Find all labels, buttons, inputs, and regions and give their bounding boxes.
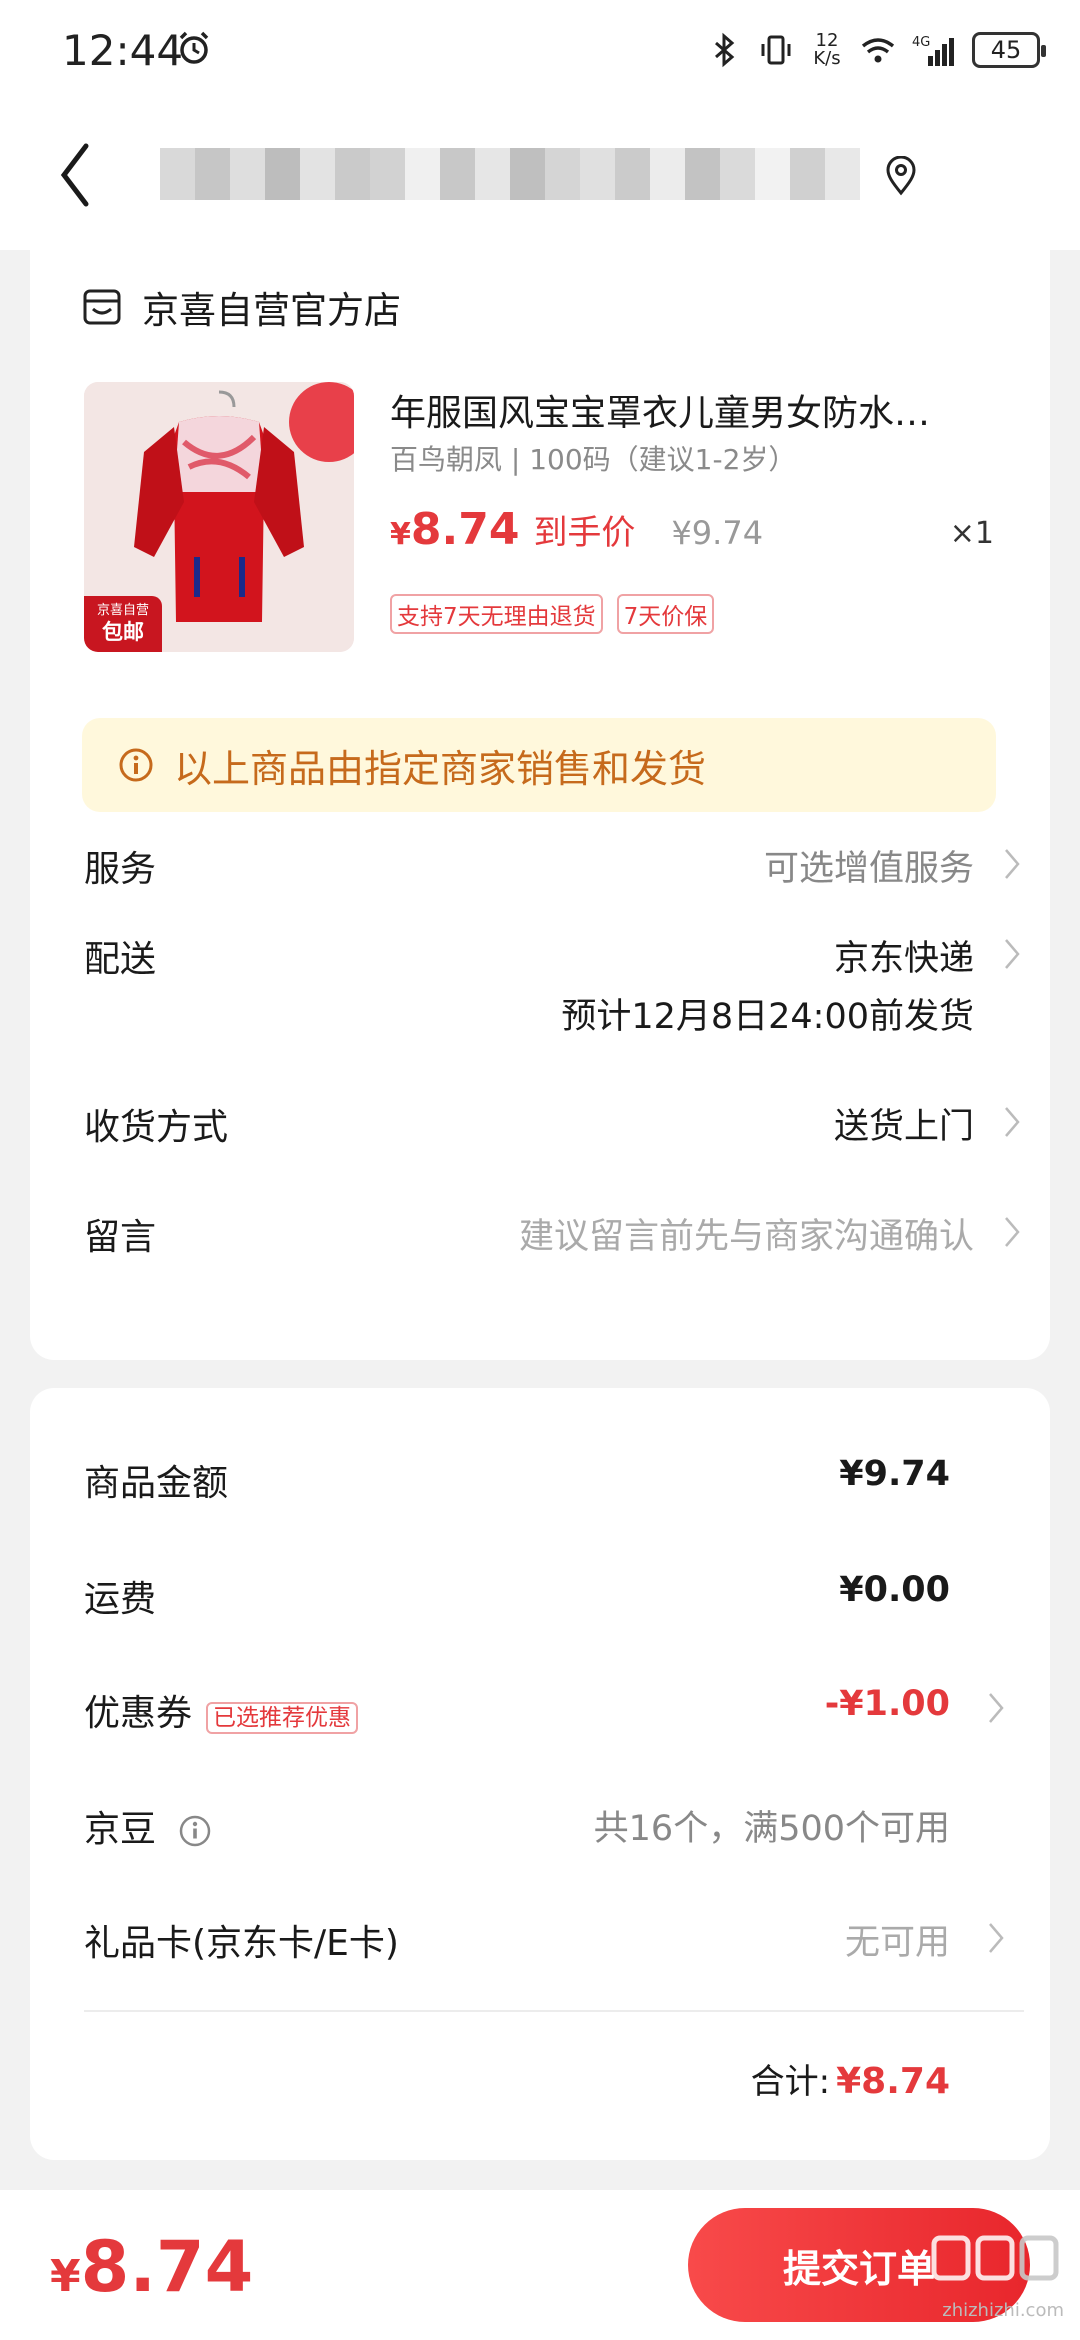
service-label: 服务 (84, 849, 157, 890)
alarm-icon (179, 31, 209, 64)
net-speed: 12 K/s (810, 32, 844, 68)
info-icon (119, 748, 153, 782)
product-spec: 百鸟朝凤 | 100码（建议1-2岁） (390, 443, 797, 476)
shipping-value: ¥0.00 (839, 1570, 950, 1610)
jingxi-badge: 京喜自营 包邮 (84, 596, 162, 652)
tag-price-protect: 7天价保 (616, 594, 715, 634)
product-title[interactable]: 年服国风宝宝罩衣儿童男女防水… (390, 384, 1010, 436)
shop-icon (83, 289, 121, 325)
battery-indicator: 45 (972, 32, 1046, 68)
location-icon[interactable] (884, 156, 918, 196)
network-type: 4G (912, 35, 930, 50)
vibrate-icon (761, 35, 791, 65)
net-speed-unit: K/s (813, 48, 841, 69)
status-icons: 12 K/s 4G 45 (706, 28, 1046, 72)
badge-top-text: 京喜自营 (96, 603, 149, 618)
info-icon[interactable] (178, 1814, 212, 1848)
status-bar: 12:44 12 K/s 4G 45 (0, 0, 1080, 100)
service-row[interactable]: 服务 可选增值服务 (84, 840, 1024, 900)
giftcard-label: 礼品卡(京东卡/E卡) (84, 1923, 399, 1964)
chevron-right-icon (989, 1923, 1004, 1953)
message-input[interactable]: 建议留言前先与商家沟通确认 (519, 1208, 974, 1259)
notice-text: 以上商品由指定商家销售和发货 (174, 746, 707, 791)
total-value: ¥8.74 (836, 2061, 950, 2102)
coupon-label-row[interactable]: 优惠券 已选推荐优惠 (84, 1684, 359, 1736)
wifi-icon (861, 38, 895, 63)
merchant-notice: 以上商品由指定商家销售和发货 (82, 718, 996, 812)
back-icon[interactable] (56, 140, 96, 210)
quantity: ×1 (949, 516, 994, 551)
beans-value: 共16个，满500个可用 (593, 1809, 950, 1849)
bottom-total-price: ¥8.74 (50, 2226, 253, 2308)
shop-header[interactable]: 京喜自营官方店 (82, 280, 401, 334)
total-label: 合计: (750, 2062, 831, 2102)
beans-label: 京豆 (84, 1809, 157, 1850)
original-price: ¥9.74 (671, 514, 764, 552)
price-row: ¥8.74 到手价 ¥9.74 (390, 504, 763, 555)
shipping-label: 运费 (84, 1579, 157, 1620)
order-item-card: 京喜自营官方店 京喜自营 包邮 年服国风宝宝罩衣儿童男女防水… 百鸟朝凤 | 1… (30, 250, 1050, 1360)
chevron-right-icon (1005, 849, 1020, 879)
receive-value: 送货上门 (833, 1107, 974, 1147)
delivery-label: 配送 (84, 939, 157, 980)
final-price-tag: 到手价 (533, 513, 636, 553)
message-row[interactable]: 留言 建议留言前先与商家沟通确认 (84, 1208, 1024, 1268)
signal-icon: 4G (912, 35, 954, 66)
product-image[interactable]: 京喜自营 包邮 (84, 382, 354, 652)
delivery-estimate: 预计12月8日24:00前发货 (561, 997, 974, 1037)
service-value: 可选增值服务 (763, 849, 974, 889)
shop-name: 京喜自营官方店 (142, 289, 401, 332)
amount-summary-card: 商品金额 ¥9.74 运费 ¥0.00 优惠券 已选推荐优惠 -¥1.00 京豆 … (30, 1388, 1050, 2160)
goods-amount-label: 商品金额 (84, 1463, 229, 1504)
tag-return: 支持7天无理由退货 (390, 594, 603, 634)
badge-free-shipping: 包邮 (102, 620, 144, 644)
giftcard-value[interactable]: 无可用 (845, 1914, 950, 1965)
receive-method-row[interactable]: 收货方式 送货上门 (84, 1098, 1024, 1158)
service-tags: 支持7天无理由退货 7天价保 (390, 594, 715, 634)
delivery-row[interactable]: 配送 京东快递 预计12月8日24:00前发货 (84, 930, 1024, 1050)
price-value: 8.74 (410, 504, 520, 555)
bottom-price-currency: ¥ (50, 2251, 81, 2302)
chevron-right-icon (1005, 1217, 1020, 1247)
bluetooth-icon (715, 32, 735, 68)
divider (84, 2010, 1024, 2012)
watermark-logo-icon (931, 2235, 1059, 2281)
bottom-bar: ¥8.74 提交订单 (0, 2190, 1080, 2340)
coupon-value[interactable]: -¥1.00 (825, 1684, 950, 1724)
receive-label: 收货方式 (84, 1107, 229, 1148)
current-price: ¥8.74 (390, 504, 519, 555)
watermark-text: zhizhizhi.com (942, 2300, 1064, 2321)
header (0, 100, 1080, 250)
total-row: 合计: ¥8.74 (751, 2054, 950, 2103)
chevron-right-icon (1005, 1107, 1020, 1137)
bottom-price-value: 8.74 (80, 2226, 254, 2308)
delivery-value: 京东快递 (833, 939, 974, 979)
beans-label-row: 京豆 (84, 1800, 212, 1852)
chevron-right-icon (989, 1693, 1004, 1723)
price-currency: ¥ (390, 517, 411, 552)
chevron-right-icon (1005, 939, 1020, 969)
status-time: 12:44 (62, 26, 184, 75)
goods-amount-value: ¥9.74 (839, 1454, 950, 1494)
coupon-tag: 已选推荐优惠 (206, 1702, 359, 1734)
coupon-label: 优惠券 (84, 1693, 193, 1734)
address-blurred[interactable] (160, 148, 860, 200)
message-label: 留言 (84, 1217, 157, 1258)
